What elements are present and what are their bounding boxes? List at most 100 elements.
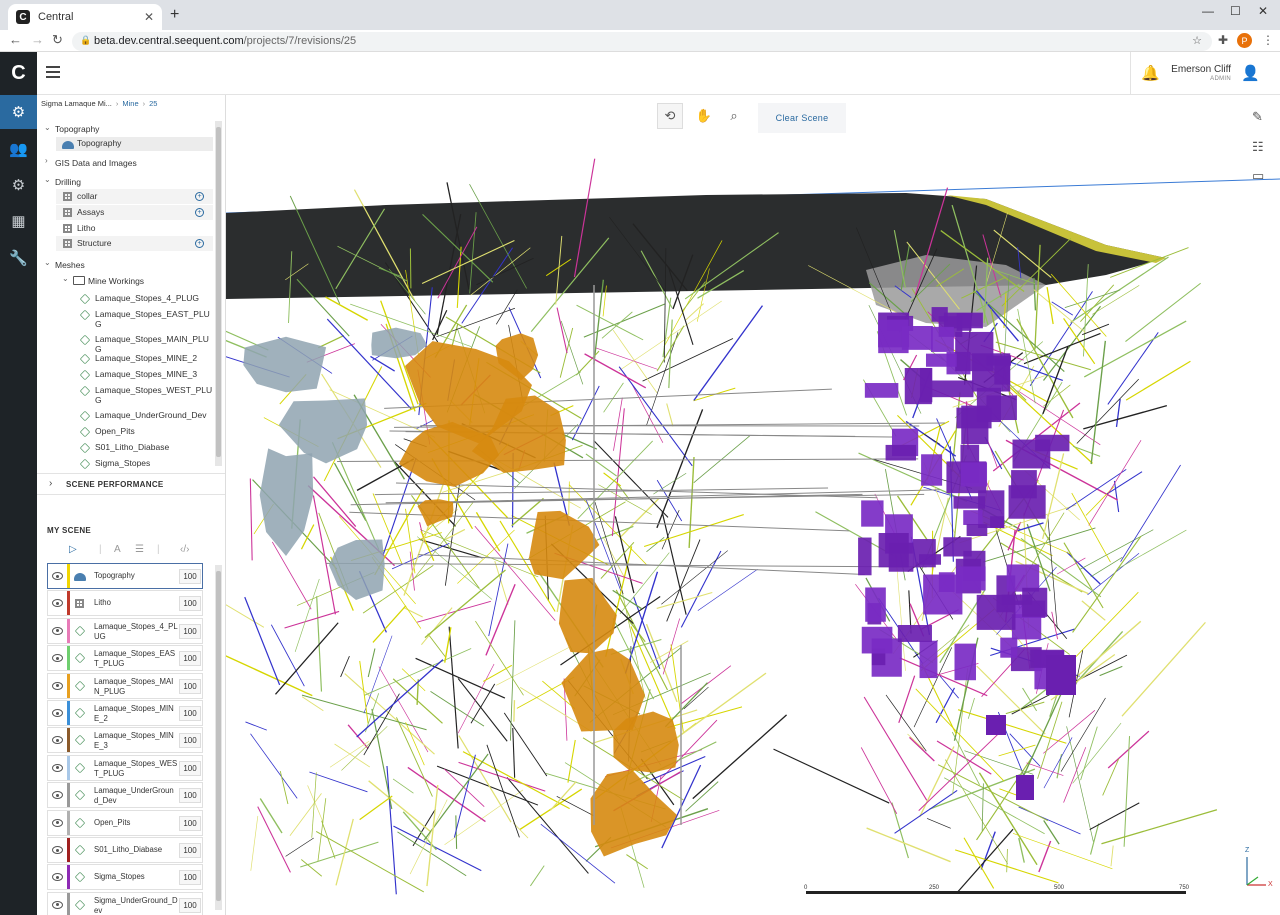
scene-list-scrollbar[interactable] (215, 565, 222, 910)
visibility-eye-icon[interactable] (52, 709, 63, 717)
tree-item-mesh[interactable]: Lamaque_Stopes_MINE_2 (95, 353, 197, 364)
central-logo[interactable]: C (0, 52, 37, 94)
menu-icon[interactable] (46, 66, 60, 78)
forward-icon[interactable]: → (31, 32, 44, 47)
new-tab-icon[interactable]: + (170, 6, 179, 24)
tree-group-meshes[interactable]: Meshes (55, 260, 85, 271)
scene-item-row[interactable]: Lamaque_Stopes_MINE_3 100 (47, 727, 203, 754)
add-to-scene-icon[interactable]: + (195, 208, 204, 217)
visibility-eye-icon[interactable] (52, 763, 63, 772)
scene-item-row[interactable]: Lamaque_Stopes_EAST_PLUG 100 (47, 645, 203, 672)
tree-item-mesh[interactable]: Lamaque_Stopes_4_PLUG (95, 293, 199, 304)
users-icon[interactable]: 👥 (0, 132, 37, 166)
list-icon[interactable]: ☰ (135, 544, 144, 555)
scene-item-color-bar[interactable] (67, 810, 70, 835)
annotate-pen-icon[interactable]: ✎ (1252, 109, 1263, 125)
scrollbar-thumb[interactable] (216, 571, 221, 901)
tree-item-mesh[interactable]: Lamaque_Stopes_EAST_PLU (95, 309, 210, 320)
scene-item-row[interactable]: Sigma_UnderGround_Dev 100 (47, 891, 203, 915)
rotate-view-icon[interactable]: ⟲ (657, 103, 683, 129)
tools-icon[interactable]: 🔧 (0, 241, 37, 275)
scene-item-color-bar[interactable] (67, 618, 70, 643)
text-style-icon[interactable]: A (114, 544, 121, 555)
scene-item-color-bar[interactable] (67, 783, 70, 808)
opacity-input[interactable]: 100 (179, 760, 201, 776)
scene-item-color-bar[interactable] (67, 865, 70, 890)
visibility-eye-icon[interactable] (52, 572, 63, 580)
scrollbar-thumb[interactable] (216, 127, 221, 457)
visibility-eye-icon[interactable] (52, 818, 63, 827)
scene-item-color-bar[interactable] (67, 701, 70, 725)
visibility-eye-icon[interactable] (52, 654, 63, 663)
address-bar[interactable]: 🔒 beta.dev.central.seequent.com/projects… (72, 32, 1212, 51)
visibility-eye-icon[interactable] (52, 681, 63, 690)
opacity-input[interactable]: 100 (179, 596, 201, 612)
opacity-input[interactable]: 100 (179, 678, 201, 694)
user-avatar-icon[interactable]: 👤 (1241, 64, 1260, 82)
tree-item-mesh[interactable]: Lamaque_Stopes_MAIN_PLU (95, 334, 209, 345)
tree-item-assays[interactable]: Assays (77, 207, 104, 218)
scene-item-color-bar[interactable] (67, 838, 70, 862)
visibility-eye-icon[interactable] (52, 791, 63, 800)
visibility-eye-icon[interactable] (52, 873, 63, 882)
tree-group-topography[interactable]: Topography (55, 124, 99, 135)
tree-group-drilling[interactable]: Drilling (55, 177, 81, 188)
tree-item-mesh[interactable]: S01_Litho_Diabase (95, 442, 169, 453)
scene-item-color-bar[interactable] (67, 673, 70, 698)
breadcrumb-revision[interactable]: 25 (149, 99, 157, 108)
tree-item-mesh[interactable]: Lamaque_Stopes_WEST_PLU (95, 385, 212, 396)
scene-item-row[interactable]: Open_Pits 100 (47, 809, 203, 836)
tree-group-gis[interactable]: GIS Data and Images (55, 158, 137, 169)
opacity-input[interactable]: 100 (179, 733, 201, 749)
opacity-input[interactable]: 100 (179, 815, 201, 831)
scene-item-row[interactable]: S01_Litho_Diabase 100 (47, 837, 203, 863)
pan-hand-icon[interactable]: ✋ (691, 103, 717, 129)
scene-item-row[interactable]: Lamaque_UnderGround_Dev 100 (47, 782, 203, 809)
browser-profile-avatar[interactable]: P (1237, 33, 1252, 48)
visibility-eye-icon[interactable] (52, 846, 63, 854)
play-icon[interactable]: ▷ (69, 544, 77, 555)
add-to-scene-icon[interactable]: + (195, 192, 204, 201)
scene-item-color-bar[interactable] (67, 755, 70, 780)
opacity-input[interactable]: 100 (179, 623, 201, 639)
zoom-search-icon[interactable]: ⌕ (721, 103, 747, 129)
code-icon[interactable]: ‹/› (180, 544, 189, 555)
close-tab-icon[interactable]: ✕ (144, 10, 154, 24)
scene-item-color-bar[interactable] (67, 728, 70, 753)
opacity-input[interactable]: 100 (179, 870, 201, 886)
settings-icon[interactable]: ⚙ (0, 168, 37, 202)
projects-icon[interactable]: ⚙ (0, 95, 37, 129)
opacity-input[interactable]: 100 (179, 897, 201, 913)
scene-performance-section[interactable]: › SCENE PERFORMANCE (37, 473, 225, 495)
chevron-right-icon[interactable]: › (45, 156, 48, 165)
scene-item-color-bar[interactable] (67, 892, 70, 915)
tree-item-topography[interactable]: Topography (77, 138, 121, 149)
tree-item-collar[interactable]: collar (77, 191, 97, 202)
maximize-icon[interactable]: ☐ (1230, 4, 1241, 18)
visibility-eye-icon[interactable] (52, 736, 63, 745)
scene-item-row[interactable]: Lamaque_Stopes_WEST_PLUG 100 (47, 754, 203, 781)
opacity-input[interactable]: 100 (179, 569, 201, 584)
breadcrumb-project[interactable]: Sigma Lamaque Mi... (41, 99, 112, 108)
browser-tab[interactable]: C Central ✕ (8, 4, 162, 30)
extensions-icon[interactable]: ✚ (1218, 33, 1228, 47)
reload-icon[interactable]: ↻ (52, 32, 63, 48)
chevron-down-icon[interactable]: ⌄ (44, 175, 51, 184)
tree-item-mesh[interactable]: Sigma_Stopes (95, 458, 150, 469)
tree-item-mesh[interactable]: Lamaque_Stopes_MINE_3 (95, 369, 197, 380)
chevron-down-icon[interactable]: ⌄ (44, 258, 51, 267)
opacity-input[interactable]: 100 (179, 706, 201, 721)
scene-item-color-bar[interactable] (67, 564, 70, 588)
calendar-icon[interactable]: ▦ (0, 204, 37, 238)
scene-item-color-bar[interactable] (67, 646, 70, 671)
scene-item-row[interactable]: Lamaque_Stopes_MINE_2 100 (47, 700, 203, 726)
back-icon[interactable]: ← (9, 32, 22, 47)
visibility-eye-icon[interactable] (52, 900, 63, 909)
tree-scrollbar[interactable] (215, 121, 222, 466)
tree-item-mesh[interactable]: Open_Pits (95, 426, 135, 437)
opacity-input[interactable]: 100 (179, 651, 201, 667)
opacity-input[interactable]: 100 (179, 843, 201, 858)
close-window-icon[interactable]: ✕ (1258, 4, 1268, 18)
minimize-icon[interactable]: — (1202, 4, 1214, 18)
chevron-down-icon[interactable]: ⌄ (44, 123, 51, 132)
